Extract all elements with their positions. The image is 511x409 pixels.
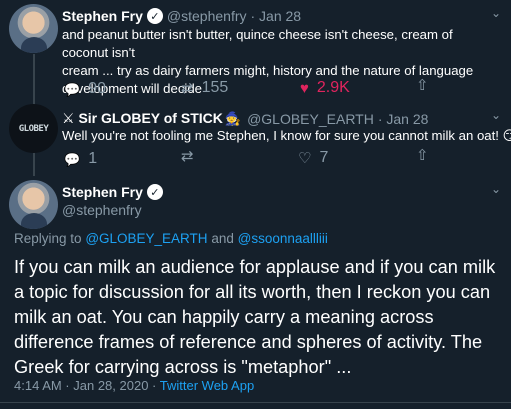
like-button[interactable]: ♥ 2.9K	[300, 79, 350, 97]
heart-filled-icon: ♥	[300, 79, 309, 97]
replying-to: Replying to @GLOBEY_EARTH and @ssoonnaal…	[14, 231, 328, 246]
chevron-down-icon[interactable]: ⌄	[491, 108, 501, 122]
retweet-button[interactable]: ⇄ 155	[181, 79, 228, 97]
reply-icon: 💬	[64, 151, 81, 167]
tweet-meta: 4:14 AM · Jan 28, 2020 · Twitter Web App	[14, 378, 254, 393]
replying-and: and	[211, 231, 234, 246]
author-handle[interactable]: @stephenfry	[62, 202, 142, 218]
tweet-header: ⚔ Sir GLOBEY of STICK 🧙 @GLOBEY_EARTH · …	[62, 110, 428, 127]
avatar[interactable]	[9, 180, 58, 229]
like-count: 2.9K	[316, 79, 350, 96]
retweet-icon: ⇄	[181, 148, 194, 165]
tweet-timestamp[interactable]: 4:14 AM · Jan 28, 2020 ·	[14, 378, 156, 393]
divider	[0, 402, 511, 403]
main-tweet-text: If you can milk an audience for applause…	[14, 257, 496, 377]
verified-icon: ✓	[146, 184, 163, 200]
verified-icon: ✓	[146, 8, 163, 24]
retweet-icon: ⇄	[181, 79, 194, 97]
reply-count: 90	[88, 80, 106, 97]
share-icon: ⇧	[416, 147, 429, 164]
author-handle[interactable]: @stephenfry	[167, 8, 247, 24]
reply-count: 1	[88, 150, 98, 167]
author-name[interactable]: Stephen Fry	[62, 184, 143, 200]
avatar[interactable]	[9, 4, 58, 53]
author-name[interactable]: ⚔ Sir GLOBEY of STICK	[62, 110, 223, 127]
author-handle[interactable]: @GLOBEY_EARTH	[247, 111, 374, 127]
tweet-date[interactable]: · Jan 28	[378, 111, 429, 127]
tweet-date[interactable]: · Jan 28	[251, 8, 302, 24]
replying-prefix: Replying to	[14, 231, 82, 246]
avatar-text: GLOBEY	[18, 123, 49, 134]
tweet-header: Stephen Fry ✓ @stephenfry · Jan 28	[62, 8, 301, 24]
tweet-text-line: and peanut butter isn't butter, quince c…	[62, 27, 453, 60]
reply-button[interactable]: 💬 90	[64, 80, 106, 98]
like-count: 7	[319, 149, 329, 166]
reply-mention-link[interactable]: @GLOBEY_EARTH	[85, 231, 207, 246]
reply-icon: 💬	[64, 81, 81, 97]
retweet-button[interactable]: ⇄	[181, 149, 202, 164]
thread-line	[33, 54, 35, 106]
wizard-icon: 🧙	[224, 110, 242, 126]
share-icon: ⇧	[416, 77, 429, 94]
smirk-icon: 😏	[502, 128, 511, 143]
tweet-header: Stephen Fry ✓	[62, 184, 167, 200]
retweet-count: 155	[201, 79, 229, 96]
author-name[interactable]: Stephen Fry	[62, 8, 143, 24]
chevron-down-icon[interactable]: ⌄	[491, 182, 501, 196]
heart-icon: ♡	[298, 149, 312, 167]
share-button[interactable]: ⇧	[416, 148, 437, 163]
reply-mention-link[interactable]: @ssoonnaallliii	[238, 231, 328, 246]
like-button[interactable]: ♡ 7	[298, 149, 328, 167]
tweet-text-body: Well you're not fooling me Stephen, I kn…	[62, 128, 499, 143]
reply-button[interactable]: 💬 1	[64, 150, 97, 168]
share-button[interactable]: ⇧	[416, 78, 437, 93]
chevron-down-icon[interactable]: ⌄	[491, 6, 501, 20]
tweet-text: Well you're not fooling me Stephen, I kn…	[62, 127, 511, 145]
tweet-source-link[interactable]: Twitter Web App	[160, 378, 254, 393]
avatar[interactable]: GLOBEY	[9, 104, 58, 153]
